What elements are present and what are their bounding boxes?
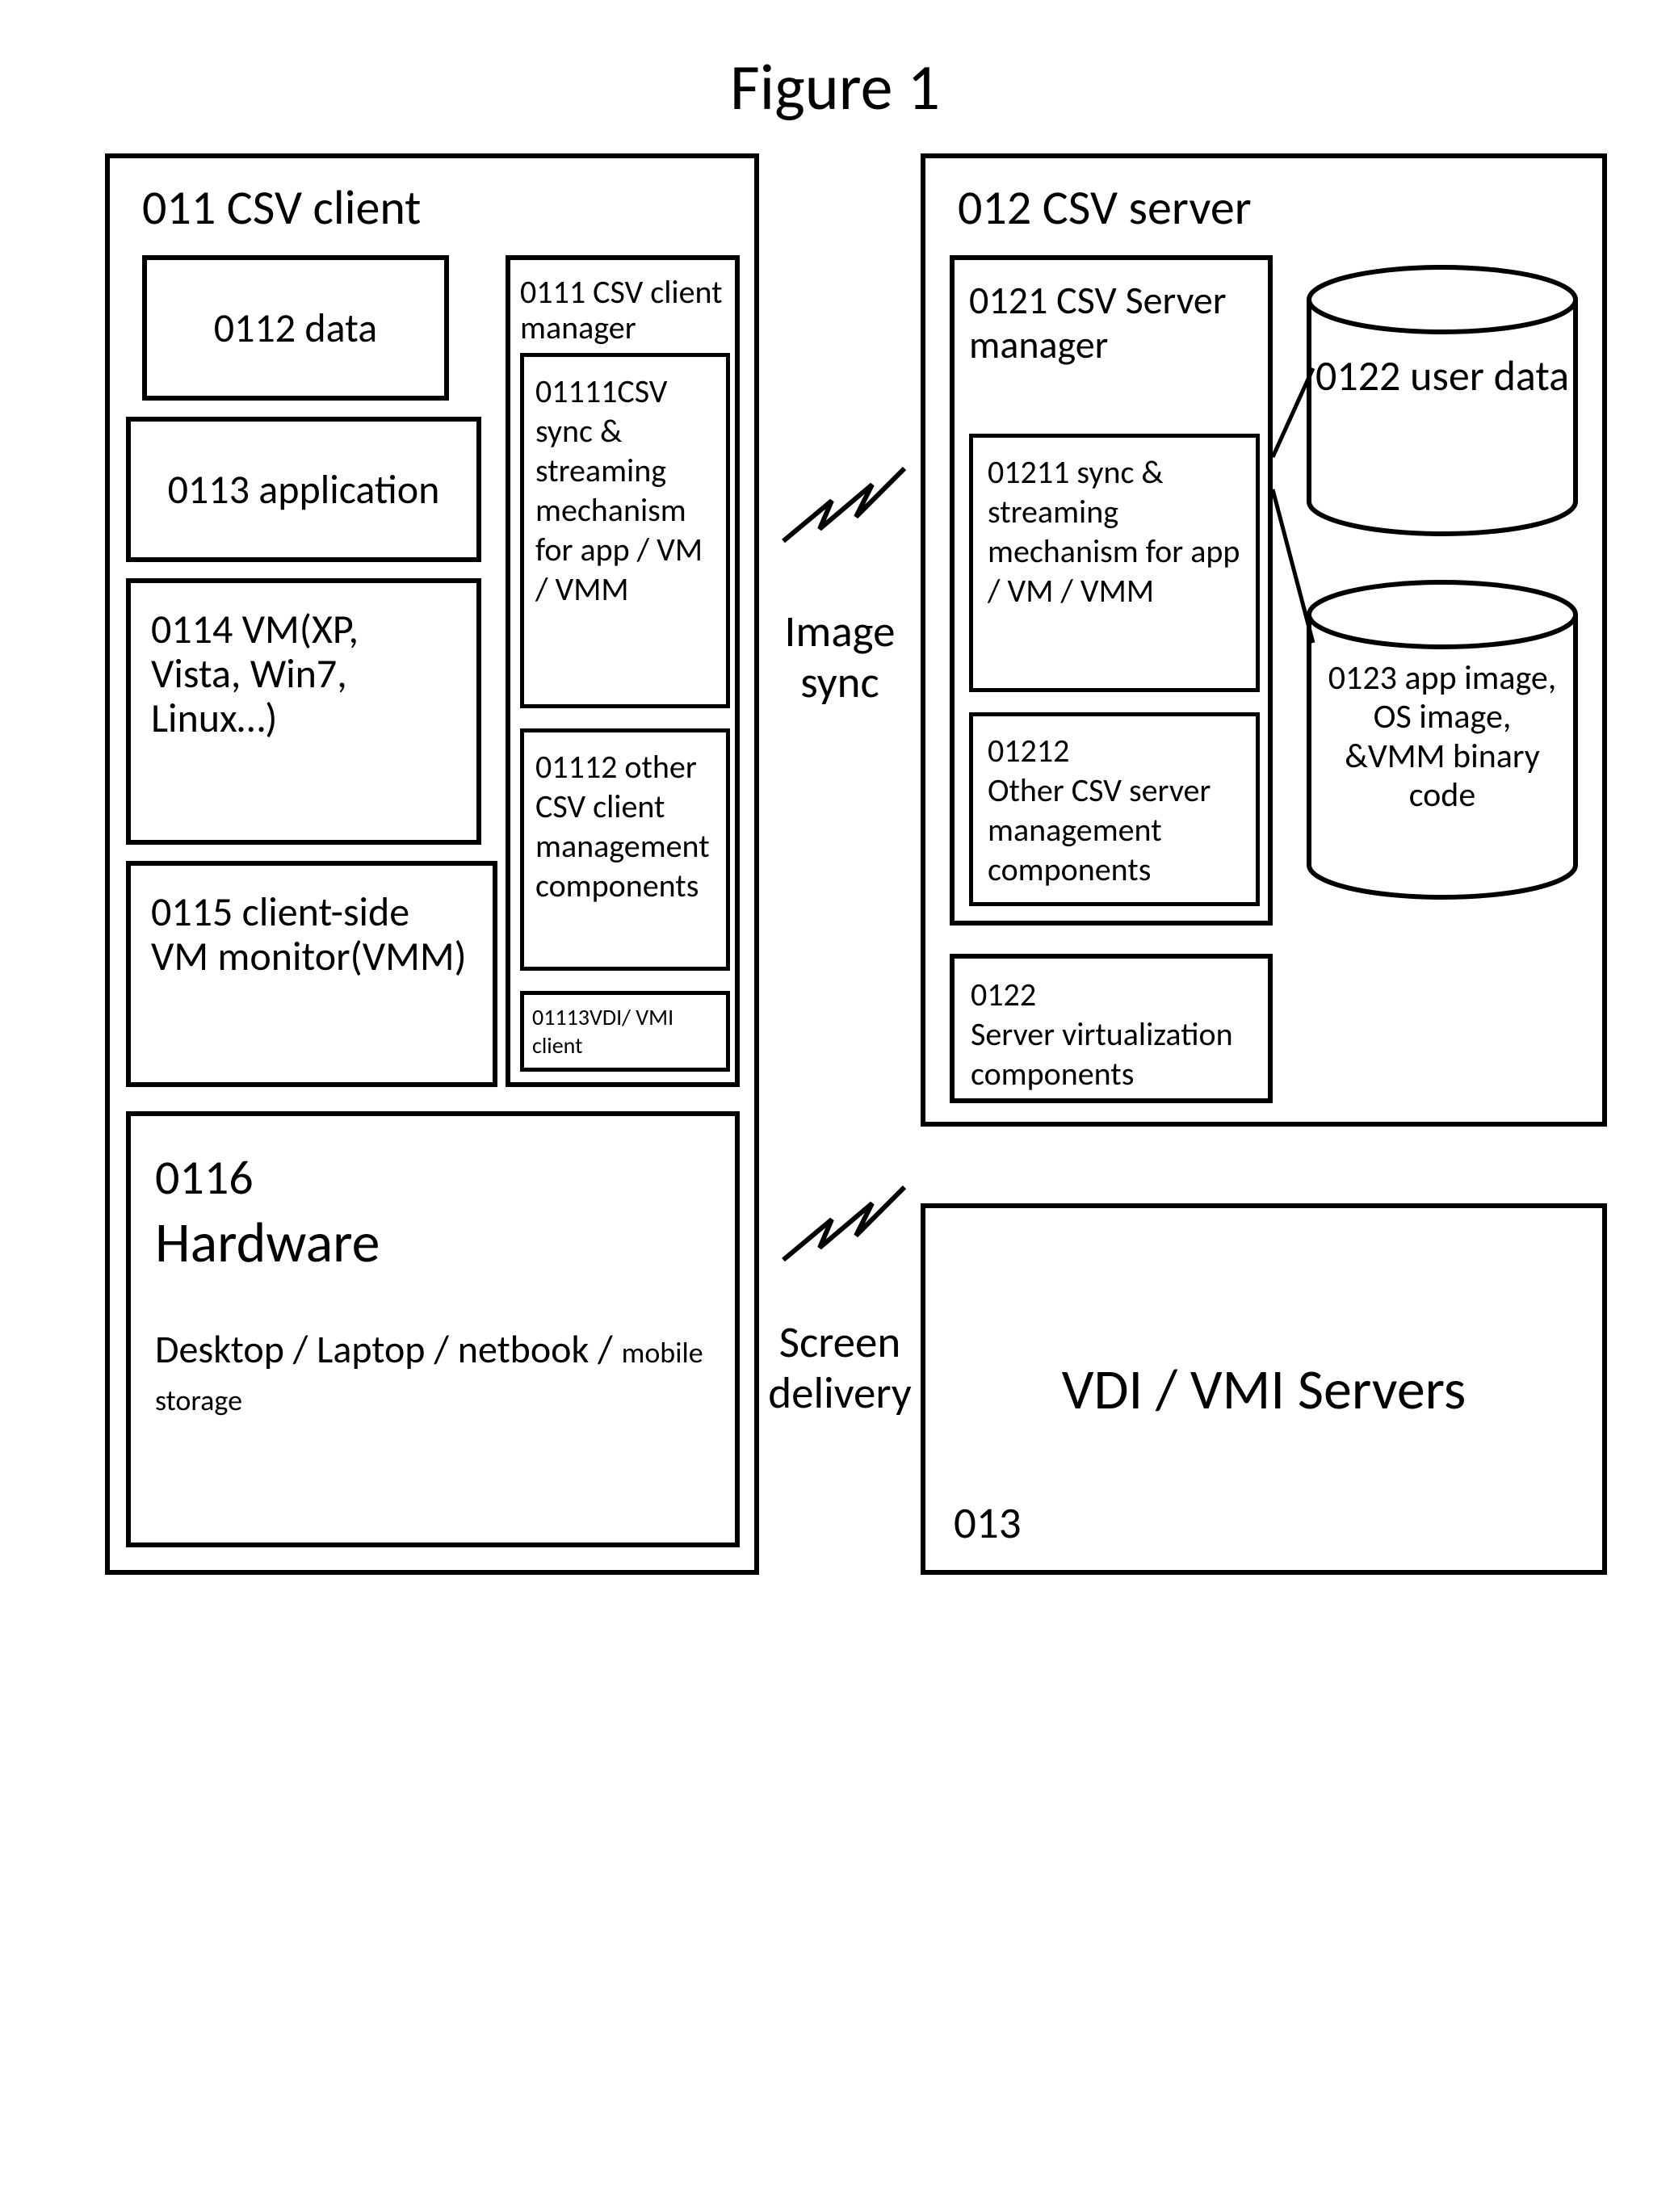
screen-delivery-label: Screen delivery <box>759 1316 921 1419</box>
client-manager-title: 0111 CSV client manager <box>520 275 725 346</box>
server-mgr-sync-box: 01211 sync & streaming mechanism for app… <box>969 434 1260 692</box>
client-mgr-vdi-box: 01113VDI/ VMI client <box>520 991 730 1072</box>
vdi-vmi-servers-box: VDI / VMI Servers 013 <box>921 1203 1607 1575</box>
vdi-id: 013 <box>954 1496 1022 1550</box>
csv-client-box: 011 CSV client 0112 data 0113 applicatio… <box>105 153 759 1575</box>
hardware-sub: Desktop / Laptop / netbook / mobile stor… <box>155 1325 711 1421</box>
lightning-icon <box>775 1171 913 1312</box>
client-manager-box: 0111 CSV client manager 01111CSV sync & … <box>506 255 740 1087</box>
client-vmm-label: 0115 client-side VM monitor(VMM) <box>151 888 467 981</box>
client-mgr-other-box: 01112 other CSV client management compon… <box>520 728 730 971</box>
image-sync-label: Image sync <box>771 606 908 708</box>
hardware-id: 0116 <box>155 1148 711 1207</box>
client-mgr-other-label: 01112 other CSV client management compon… <box>535 747 710 905</box>
csv-server-box: 012 CSV server 0121 CSV Server manager 0… <box>921 153 1607 1127</box>
app-image-cylinder: 0123 app image, OS image, &VMM binary co… <box>1301 578 1584 901</box>
figure-title: Figure 1 <box>730 48 940 127</box>
client-data-box: 0112 data <box>142 255 449 401</box>
csv-server-title: 012 CSV server <box>958 178 1252 237</box>
client-app-label: 0113 application <box>168 468 440 512</box>
client-mgr-sync-label: 01111CSV sync & streaming mechanism for … <box>535 371 703 609</box>
csv-client-title: 011 CSV client <box>142 178 421 237</box>
vdi-vmi-label: VDI / VMI Servers <box>1062 1354 1466 1424</box>
client-vmm-box: 0115 client-side VM monitor(VMM) <box>126 861 497 1087</box>
connector-line <box>1273 360 1321 651</box>
diagram-canvas: 011 CSV client 0112 data 0113 applicatio… <box>105 153 1607 2172</box>
client-mgr-sync-box: 01111CSV sync & streaming mechanism for … <box>520 353 730 708</box>
hardware-name: Hardware <box>155 1207 711 1277</box>
user-data-cylinder-label: 0122 user data <box>1301 352 1584 401</box>
client-hardware-box: 0116 Hardware Desktop / Laptop / netbook… <box>126 1111 740 1547</box>
client-vm-box: 0114 VM(XP, Vista, Win7, Linux…) <box>126 578 481 845</box>
user-data-cylinder: 0122 user data <box>1301 263 1584 538</box>
server-manager-title: 0121 CSV Server manager <box>969 278 1253 367</box>
server-mgr-other-box: 01212 Other CSV server management compon… <box>969 712 1260 906</box>
client-app-box: 0113 application <box>126 417 481 562</box>
server-manager-box: 0121 CSV Server manager 01211 sync & str… <box>950 255 1273 926</box>
client-vm-label: 0114 VM(XP, Vista, Win7, Linux…) <box>151 605 359 743</box>
server-mgr-other-label: 01212 Other CSV server management compon… <box>988 731 1211 889</box>
server-virt-label: 0122 Server virtualization components <box>971 975 1233 1093</box>
lightning-icon <box>775 452 913 594</box>
client-data-label: 0112 data <box>214 306 378 350</box>
client-mgr-vdi-label: 01113VDI/ VMI client <box>532 1003 718 1060</box>
server-virt-box: 0122 Server virtualization components <box>950 954 1273 1103</box>
server-mgr-sync-label: 01211 sync & streaming mechanism for app… <box>988 452 1240 611</box>
hardware-sub-main: Desktop / Laptop / netbook / <box>155 1325 613 1373</box>
app-image-cylinder-label: 0123 app image, OS image, &VMM binary co… <box>1301 659 1584 815</box>
